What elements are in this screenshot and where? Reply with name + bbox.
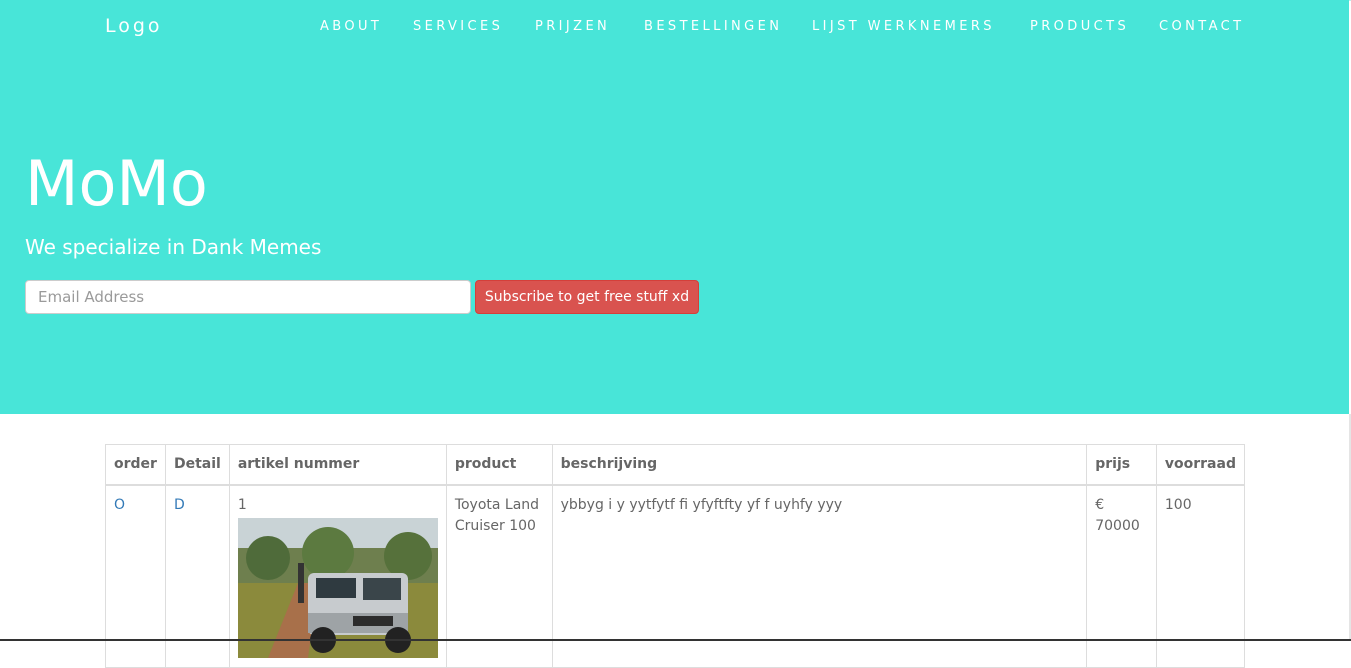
products-table: order Detail artikel nummer product besc… [105, 444, 1246, 668]
col-header-beschrijving: beschrijving [551, 444, 1088, 486]
artikel-nummer-value: 1 [237, 497, 247, 513]
nav-bestellingen[interactable]: BESTELLINGEN [644, 19, 782, 34]
page-subtitle: We specialize in Dank Memes [25, 235, 322, 259]
hero-section: Logo ABOUT SERVICES PRIJZEN BESTELLINGEN… [0, 0, 1349, 414]
nav-services[interactable]: SERVICES [413, 19, 503, 34]
order-link[interactable]: O [114, 497, 125, 513]
table-header-row: order Detail artikel nummer product besc… [105, 444, 1246, 486]
page-title: MoMo [25, 147, 208, 220]
col-header-product: product [445, 444, 553, 486]
col-header-voorraad: voorraad [1155, 444, 1246, 486]
col-header-detail: Detail [164, 444, 230, 486]
subscribe-button[interactable]: Subscribe to get free stuff xd [475, 280, 699, 314]
nav-contact[interactable]: CONTACT [1159, 19, 1244, 34]
main-nav: ABOUT SERVICES PRIJZEN BESTELLINGEN LIJS… [0, 19, 1351, 35]
email-input[interactable] [25, 280, 471, 314]
col-header-order: order [105, 444, 166, 486]
product-image [237, 518, 438, 658]
col-header-artikel-nummer: artikel nummer [228, 444, 447, 486]
detail-link[interactable]: D [174, 497, 185, 513]
nav-prijzen[interactable]: PRIJZEN [535, 19, 610, 34]
nav-products[interactable]: PRODUCTS [1030, 19, 1129, 34]
nav-about[interactable]: ABOUT [320, 19, 382, 34]
col-header-prijs: prijs [1086, 444, 1157, 486]
nav-lijst-werknemers[interactable]: LIJST WERKNEMERS [812, 19, 995, 34]
